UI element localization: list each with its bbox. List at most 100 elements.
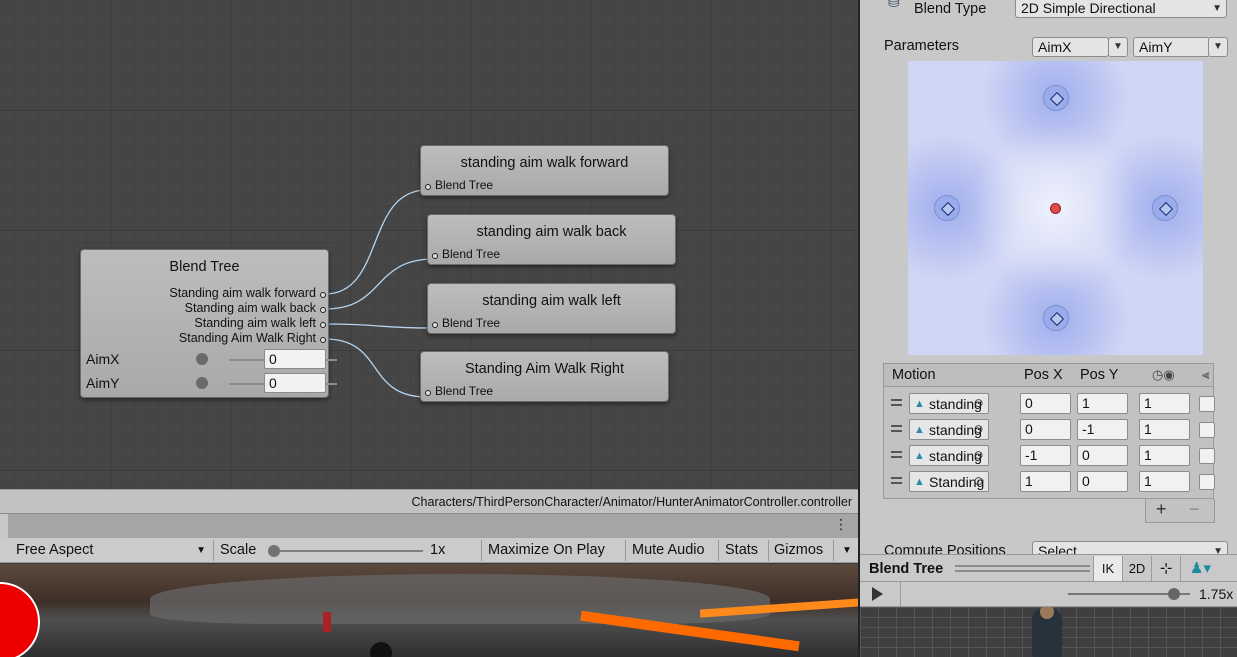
- motion-node-subtitle: Blend Tree: [435, 384, 494, 398]
- aspect-dropdown[interactable]: Free Aspect ▼: [12, 538, 210, 563]
- blend-motion-point[interactable]: [1042, 85, 1069, 111]
- param-slider-aimy-knob[interactable]: [196, 377, 208, 389]
- kebab-menu-icon[interactable]: ⋮: [834, 516, 848, 533]
- game-viewport[interactable]: [0, 564, 858, 657]
- chevron-down-icon: ▼: [1213, 546, 1223, 554]
- drag-handle-icon[interactable]: [891, 477, 902, 484]
- param-field-aimy[interactable]: 0: [264, 373, 326, 393]
- motion-node-back[interactable]: standing aim walk back Blend Tree: [427, 214, 676, 265]
- drag-handle-icon[interactable]: [891, 425, 902, 432]
- compute-positions-dropdown[interactable]: Select ▼: [1032, 541, 1228, 554]
- object-picker-icon[interactable]: ⊙: [971, 422, 986, 437]
- speed-field[interactable]: 1: [1139, 419, 1190, 440]
- mirror-checkbox[interactable]: [1199, 448, 1215, 464]
- drag-handle-icon[interactable]: [891, 399, 902, 406]
- blend-type-dropdown[interactable]: 2D Simple Directional ▼: [1015, 0, 1227, 18]
- mirror-checkbox[interactable]: [1199, 396, 1215, 412]
- motion-node-right[interactable]: Standing Aim Walk Right Blend Tree: [420, 351, 669, 402]
- blend-motion-point[interactable]: [933, 195, 960, 221]
- motion-node-forward[interactable]: standing aim walk forward Blend Tree: [420, 145, 669, 196]
- input-port[interactable]: [432, 322, 438, 328]
- chevron-down-icon[interactable]: ▼: [1208, 37, 1228, 57]
- mirror-icon: ⫷: [1202, 367, 1210, 382]
- pos-x-field[interactable]: 0: [1020, 393, 1071, 414]
- speed-field[interactable]: 1: [1139, 445, 1190, 466]
- pos-x-field[interactable]: -1: [1020, 445, 1071, 466]
- divider: [625, 540, 626, 561]
- pos-x-field[interactable]: 0: [1020, 419, 1071, 440]
- remove-motion-button[interactable]: −: [1189, 499, 1200, 520]
- blend-motion-point[interactable]: [1151, 195, 1178, 221]
- drag-handle-icon[interactable]: [891, 451, 902, 458]
- mirror-checkbox[interactable]: [1199, 474, 1215, 490]
- pos-y-field[interactable]: 0: [1077, 445, 1128, 466]
- play-icon[interactable]: [872, 587, 883, 601]
- output-port-right[interactable]: [320, 337, 326, 343]
- object-picker-icon[interactable]: ⊙: [971, 396, 986, 411]
- gizmos-toggle[interactable]: Gizmos: [770, 538, 827, 563]
- pos-y-field[interactable]: 0: [1077, 471, 1128, 492]
- motion-node-left[interactable]: standing aim walk left Blend Tree: [427, 283, 676, 334]
- output-port-back[interactable]: [320, 307, 326, 313]
- param-x-dropdown[interactable]: AimX: [1032, 37, 1109, 57]
- pos-y-field[interactable]: 1: [1077, 393, 1128, 414]
- mirror-checkbox[interactable]: [1199, 422, 1215, 438]
- param-slider-aimx-knob[interactable]: [196, 353, 208, 365]
- add-motion-button[interactable]: +: [1156, 499, 1167, 520]
- scale-label: Scale: [220, 542, 257, 558]
- output-port-forward[interactable]: [320, 292, 326, 298]
- object-picker-icon[interactable]: ⊙: [971, 474, 986, 489]
- blend-tree-node[interactable]: Blend Tree Standing aim walk forward Sta…: [80, 249, 337, 398]
- speed-field[interactable]: 1: [1139, 471, 1190, 492]
- blend-space-visualization[interactable]: [908, 61, 1203, 355]
- preview-speed-knob[interactable]: [1168, 588, 1180, 600]
- output-label-left: Standing aim walk left: [194, 316, 316, 330]
- preview-resize-handle[interactable]: [955, 565, 1090, 572]
- output-port-left[interactable]: [320, 322, 326, 328]
- motion-object-field[interactable]: ▲ standing ⊙: [909, 393, 989, 414]
- chevron-down-icon[interactable]: ▼: [1108, 37, 1128, 57]
- 2d-toggle[interactable]: 2D: [1122, 556, 1151, 581]
- param-y-dropdown[interactable]: AimY: [1133, 37, 1210, 57]
- blend-type-label: Blend Type: [914, 1, 987, 17]
- motion-row: ▲ Standing ⊙ 1 0 1: [884, 469, 1215, 495]
- blend-type-value: 2D Simple Directional: [1021, 0, 1156, 16]
- divider: [481, 540, 482, 561]
- blend-motion-point[interactable]: [1042, 305, 1069, 331]
- avatar-icon[interactable]: ♟▾: [1180, 556, 1220, 581]
- stats-toggle[interactable]: Stats: [721, 538, 762, 563]
- pivot-icon[interactable]: ⊹: [1151, 556, 1180, 581]
- scale-slider[interactable]: [275, 550, 423, 552]
- input-port[interactable]: [432, 253, 438, 259]
- motion-node-title: standing aim walk left: [482, 293, 621, 309]
- divider: [718, 540, 719, 561]
- current-parameter-point[interactable]: [1050, 202, 1061, 214]
- pos-y-field[interactable]: -1: [1077, 419, 1128, 440]
- output-label-forward: Standing aim walk forward: [169, 286, 316, 300]
- scene-rock: [150, 574, 770, 624]
- input-port[interactable]: [425, 390, 431, 396]
- motion-object-field[interactable]: ▲ standing ⊙: [909, 445, 989, 466]
- mute-audio-toggle[interactable]: Mute Audio: [628, 538, 709, 563]
- speed-field[interactable]: 1: [1139, 393, 1190, 414]
- gizmos-dropdown-icon[interactable]: ▼: [838, 538, 856, 563]
- scale-value: 1x: [430, 542, 446, 558]
- pos-x-field[interactable]: 1: [1020, 471, 1071, 492]
- pos-y-header: Pos Y: [1080, 367, 1119, 383]
- output-label-back: Standing aim walk back: [184, 301, 316, 315]
- ik-toggle[interactable]: IK: [1093, 556, 1122, 581]
- object-picker-icon[interactable]: ⊙: [971, 448, 986, 463]
- preview-scene[interactable]: [860, 607, 1237, 657]
- scale-slider-knob[interactable]: [268, 545, 280, 557]
- param-field-aimx[interactable]: 0: [264, 349, 326, 369]
- motion-object-field[interactable]: ▲ Standing ⊙: [909, 471, 989, 492]
- maximize-on-play-toggle[interactable]: Maximize On Play: [484, 538, 609, 563]
- animator-graph[interactable]: Blend Tree Standing aim walk forward Sta…: [0, 0, 858, 489]
- input-port[interactable]: [425, 184, 431, 190]
- motion-node-title: standing aim walk forward: [460, 155, 629, 171]
- motion-object-field[interactable]: ▲ standing ⊙: [909, 419, 989, 440]
- param-y-value: AimY: [1139, 39, 1173, 55]
- scene-red-marker: [0, 582, 40, 657]
- game-tab[interactable]: [0, 514, 8, 538]
- preview-speed-value: 1.75x: [1199, 586, 1234, 602]
